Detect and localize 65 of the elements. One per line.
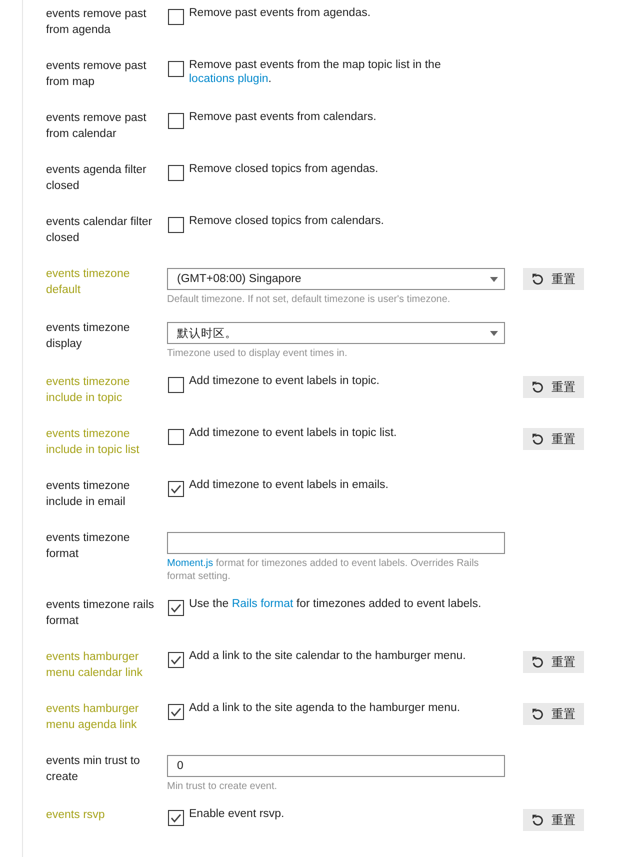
- dropdown[interactable]: 默认时区。: [167, 322, 505, 344]
- setting-description: Add a link to the site calendar to the hamburger menu.: [189, 649, 466, 663]
- reset-button[interactable]: 重置: [523, 651, 584, 673]
- setting-description: Enable event rsvp.: [189, 807, 284, 821]
- setting-label: events remove past from agenda: [46, 7, 148, 38]
- reset-button[interactable]: 重置: [523, 268, 584, 290]
- checkbox[interactable]: [168, 704, 184, 720]
- inline-link[interactable]: locations plugin: [189, 73, 268, 85]
- setting-label: events remove past from calendar: [46, 111, 148, 142]
- help-text: Moment.js format for timezones added to event labels. Overrides Rails format setting.: [167, 557, 480, 583]
- checkbox[interactable]: [168, 810, 184, 826]
- help-text: Timezone used to display event times in.: [167, 347, 348, 360]
- checkbox[interactable]: [168, 377, 184, 393]
- setting-label: events hamburger menu agenda link: [46, 702, 140, 733]
- setting-description: Remove past events from agendas.: [189, 6, 371, 20]
- setting-label: events timezone include in topic list: [46, 427, 140, 458]
- undo-icon: [532, 273, 544, 285]
- text-field[interactable]: 0: [167, 755, 505, 777]
- reset-button[interactable]: 重置: [523, 703, 584, 725]
- undo-icon: [532, 708, 544, 720]
- setting-description: Add timezone to event labels in topic list.: [189, 426, 397, 440]
- setting-label: events min trust to create: [46, 754, 141, 785]
- undo-icon: [532, 381, 544, 393]
- reset-button[interactable]: 重置: [523, 809, 584, 831]
- setting-description: Remove past events from the map topic list in the locations plugin.: [189, 58, 442, 86]
- setting-description: Remove closed topics from agendas.: [189, 162, 378, 176]
- dropdown[interactable]: (GMT+08:00) Singapore: [167, 268, 505, 290]
- reset-button[interactable]: 重置: [523, 428, 584, 450]
- setting-label: events rsvp: [46, 808, 106, 823]
- inline-link[interactable]: Rails format: [232, 598, 294, 610]
- checkbox[interactable]: [168, 113, 184, 129]
- setting-label: events calendar filter closed: [46, 215, 154, 246]
- inline-link[interactable]: Moment.js: [167, 558, 214, 569]
- checkbox[interactable]: [168, 217, 184, 233]
- setting-description: Remove closed topics from calendars.: [189, 214, 384, 228]
- checkbox[interactable]: [168, 429, 184, 445]
- setting-description: Use the Rails format for timezones added to event labels.: [189, 597, 482, 611]
- undo-icon: [532, 433, 544, 445]
- checkbox[interactable]: [168, 165, 184, 181]
- caret-icon: [490, 330, 498, 336]
- undo-icon: [532, 814, 544, 826]
- text-field[interactable]: [167, 532, 505, 554]
- setting-label: events hamburger menu calendar link: [46, 650, 144, 681]
- undo-icon: [532, 656, 544, 668]
- setting-description: Add timezone to event labels in topic.: [189, 374, 380, 388]
- setting-label: events timezone include in topic: [46, 375, 131, 406]
- checkbox[interactable]: [168, 481, 184, 497]
- checkbox[interactable]: [168, 600, 184, 616]
- checkbox[interactable]: [168, 61, 184, 77]
- checkbox[interactable]: [168, 652, 184, 668]
- setting-label: events timezone rails format: [46, 598, 156, 629]
- setting-label: events timezone display: [46, 321, 131, 352]
- setting-label: events timezone include in email: [46, 479, 131, 510]
- help-text: Default timezone. If not set, default timezone is user's timezone.: [167, 293, 452, 306]
- setting-label: events timezone default: [46, 267, 131, 298]
- setting-label: events remove past from map: [46, 59, 148, 90]
- reset-button[interactable]: 重置: [523, 376, 584, 398]
- setting-description: Add a link to the site agenda to the hamburger menu.: [189, 701, 460, 715]
- help-text: Min trust to create event.: [167, 780, 278, 793]
- setting-description: Remove past events from calendars.: [189, 110, 376, 124]
- setting-description: Add timezone to event labels in emails.: [189, 478, 388, 492]
- setting-label: events agenda filter closed: [46, 163, 148, 194]
- caret-icon: [490, 276, 498, 282]
- checkbox[interactable]: [168, 9, 184, 25]
- setting-label: events timezone format: [46, 531, 131, 562]
